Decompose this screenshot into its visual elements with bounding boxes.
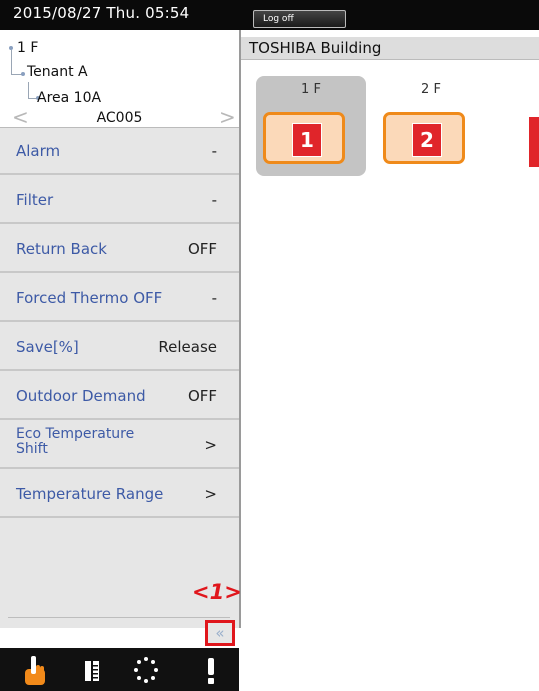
floor-number-badge: 2 bbox=[412, 123, 442, 157]
floor-card-1[interactable]: 1 F 1 bbox=[256, 76, 366, 176]
menu-value: - bbox=[211, 142, 217, 160]
menu-item-forced-thermo-off[interactable]: Forced Thermo OFF - bbox=[0, 275, 239, 322]
menu-item-return-back[interactable]: Return Back OFF bbox=[0, 226, 239, 273]
menu-label: Outdoor Demand bbox=[16, 387, 146, 405]
list-icon[interactable] bbox=[78, 654, 108, 686]
menu-label: Temperature Range bbox=[16, 485, 164, 503]
location-tree: 1 F Tenant A Area 10A bbox=[0, 30, 239, 111]
floor-frame: 2 bbox=[383, 112, 465, 164]
menu-item-temperature-range[interactable]: Temperature Range > bbox=[0, 471, 239, 518]
menu-item-outdoor-demand[interactable]: Outdoor Demand OFF bbox=[0, 373, 239, 420]
hand-pointer-icon[interactable] bbox=[20, 654, 50, 686]
floor-label: 2 F bbox=[421, 82, 441, 97]
menu-value: Release bbox=[158, 338, 217, 356]
menu-value: > bbox=[204, 436, 217, 454]
floor-number-badge: 1 bbox=[292, 123, 322, 157]
tree-item-area[interactable]: Area 10A bbox=[37, 90, 101, 106]
tree-node-dot-icon bbox=[21, 72, 25, 76]
menu-value: OFF bbox=[187, 387, 217, 405]
collapse-panel-button[interactable]: « bbox=[205, 620, 235, 646]
menu-label: Filter bbox=[16, 191, 54, 209]
menu-label: Return Back bbox=[16, 240, 107, 258]
building-title: TOSHIBA Building bbox=[249, 39, 382, 57]
building-header: TOSHIBA Building bbox=[241, 37, 539, 60]
unit-selector: < AC005 > bbox=[0, 107, 239, 128]
annotation-label: <1> bbox=[192, 580, 242, 604]
tree-item-tenant[interactable]: Tenant A bbox=[27, 64, 88, 80]
menu-label: Save[%] bbox=[16, 338, 79, 356]
menu-item-filter[interactable]: Filter - bbox=[0, 177, 239, 224]
menu-item-eco-temperature-shift[interactable]: Eco Temperature Shift > bbox=[0, 422, 239, 469]
floor-frame: 1 bbox=[263, 112, 345, 164]
floor-card-2[interactable]: 2 F 2 bbox=[376, 76, 486, 176]
logoff-button[interactable]: Log off bbox=[253, 10, 346, 28]
tree-item-floor[interactable]: 1 F bbox=[17, 40, 38, 56]
menu-label: Alarm bbox=[16, 142, 61, 160]
exclamation-icon[interactable] bbox=[196, 654, 226, 686]
loading-circle-icon[interactable] bbox=[131, 654, 161, 686]
floor-card-partial[interactable] bbox=[529, 117, 539, 167]
double-chevron-left-icon: « bbox=[215, 624, 225, 642]
menu-label: Eco Temperature Shift bbox=[16, 426, 135, 457]
menu-value: > bbox=[204, 485, 217, 503]
left-panel: 1 F Tenant A Area 10A < AC005 > Alarm - … bbox=[0, 30, 241, 628]
tree-connector bbox=[11, 50, 12, 75]
menu-value: OFF bbox=[187, 240, 217, 258]
unit-name: AC005 bbox=[96, 110, 143, 126]
top-bar: 2015/08/27 Thu. 05:54 Log off bbox=[0, 0, 539, 30]
tree-connector bbox=[28, 82, 29, 99]
chevron-right-icon[interactable]: > bbox=[219, 107, 236, 127]
datetime-display: 2015/08/27 Thu. 05:54 bbox=[13, 4, 190, 22]
menu-value: - bbox=[211, 289, 217, 307]
bottom-nav bbox=[0, 648, 239, 691]
divider bbox=[8, 617, 230, 618]
menu-value: - bbox=[211, 191, 217, 209]
floor-label: 1 F bbox=[301, 82, 321, 97]
menu-item-alarm[interactable]: Alarm - bbox=[0, 128, 239, 175]
menu-item-save[interactable]: Save[%] Release bbox=[0, 324, 239, 371]
menu-label: Forced Thermo OFF bbox=[16, 289, 163, 307]
